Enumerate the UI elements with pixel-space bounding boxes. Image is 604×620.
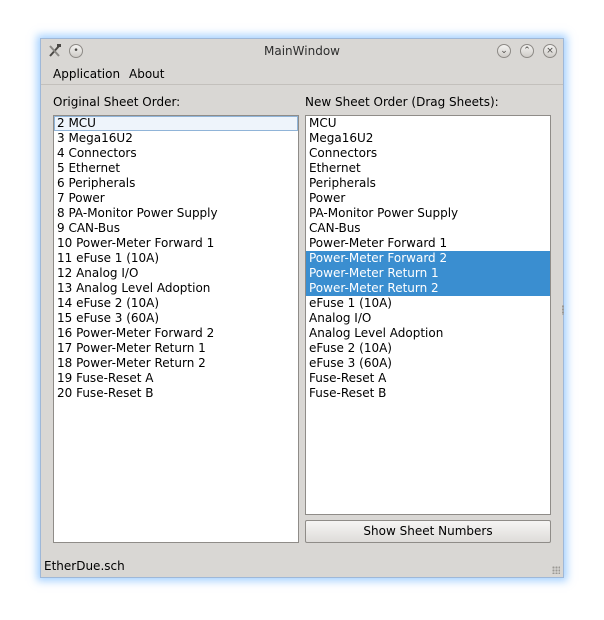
list-item[interactable]: 8 PA-Monitor Power Supply [54,206,298,221]
list-item[interactable]: Analog Level Adoption [306,326,550,341]
new-order-label: New Sheet Order (Drag Sheets): [305,95,499,109]
list-item[interactable]: 6 Peripherals [54,176,298,191]
list-item[interactable]: 19 Fuse-Reset A [54,371,298,386]
show-sheet-numbers-button[interactable]: Show Sheet Numbers [305,520,551,543]
original-order-label: Original Sheet Order: [53,95,181,109]
list-item[interactable]: 18 Power-Meter Return 2 [54,356,298,371]
list-item[interactable]: eFuse 2 (10A) [306,341,550,356]
list-item[interactable]: eFuse 3 (60A) [306,356,550,371]
list-item[interactable]: MCU [306,116,550,131]
list-item[interactable]: 11 eFuse 1 (10A) [54,251,298,266]
list-item[interactable]: 10 Power-Meter Forward 1 [54,236,298,251]
list-item[interactable]: 7 Power [54,191,298,206]
menu-bar: Application About [41,64,563,85]
list-item[interactable]: Ethernet [306,161,550,176]
list-item[interactable]: Fuse-Reset A [306,371,550,386]
original-order-list[interactable]: 2 MCU 3 Mega16U2 4 Connectors 5 Ethernet 6 P… [53,115,299,543]
close-icon[interactable]: × [543,44,557,58]
list-item[interactable]: 12 Analog I/O [54,266,298,281]
menu-application[interactable]: Application [53,67,120,81]
main-window: • MainWindow ⌄ ⌃ × Application About Ori… [40,38,564,578]
maximize-icon[interactable]: ⌃ [520,44,534,58]
list-item[interactable]: Power-Meter Return 2 [306,281,550,296]
list-item[interactable]: eFuse 1 (10A) [306,296,550,311]
list-item[interactable]: Mega16U2 [306,131,550,146]
list-item[interactable]: 9 CAN-Bus [54,221,298,236]
list-item[interactable]: Fuse-Reset B [306,386,550,401]
list-item[interactable]: 13 Analog Level Adoption [54,281,298,296]
minimize-icon[interactable]: ⌄ [497,44,511,58]
list-item[interactable]: Power [306,191,550,206]
list-item[interactable]: Power-Meter Forward 1 [306,236,550,251]
resize-grip-icon[interactable] [552,566,560,574]
list-item[interactable]: Peripherals [306,176,550,191]
list-item[interactable]: 14 eFuse 2 (10A) [54,296,298,311]
window-title: MainWindow [264,44,340,58]
list-item[interactable]: Connectors [306,146,550,161]
list-item[interactable]: 2 MCU [54,116,298,131]
title-bar[interactable]: • MainWindow ⌄ ⌃ × [41,39,563,63]
list-item[interactable]: CAN-Bus [306,221,550,236]
list-item[interactable]: 17 Power-Meter Return 1 [54,341,298,356]
list-item[interactable]: 5 Ethernet [54,161,298,176]
list-item[interactable]: PA-Monitor Power Supply [306,206,550,221]
list-item[interactable]: Power-Meter Forward 2 [306,251,550,266]
list-item[interactable]: 3 Mega16U2 [54,131,298,146]
list-item[interactable]: 16 Power-Meter Forward 2 [54,326,298,341]
list-item[interactable]: 4 Connectors [54,146,298,161]
status-text: EtherDue.sch [44,559,125,573]
list-item[interactable]: 20 Fuse-Reset B [54,386,298,401]
list-item[interactable]: Analog I/O [306,311,550,326]
list-item[interactable]: 15 eFuse 3 (60A) [54,311,298,326]
splitter-handle[interactable] [562,305,564,315]
list-item[interactable]: Power-Meter Return 1 [306,266,550,281]
new-order-list[interactable]: MCU Mega16U2 Connectors Ethernet Peripherals… [305,115,551,515]
menu-about[interactable]: About [129,67,164,81]
